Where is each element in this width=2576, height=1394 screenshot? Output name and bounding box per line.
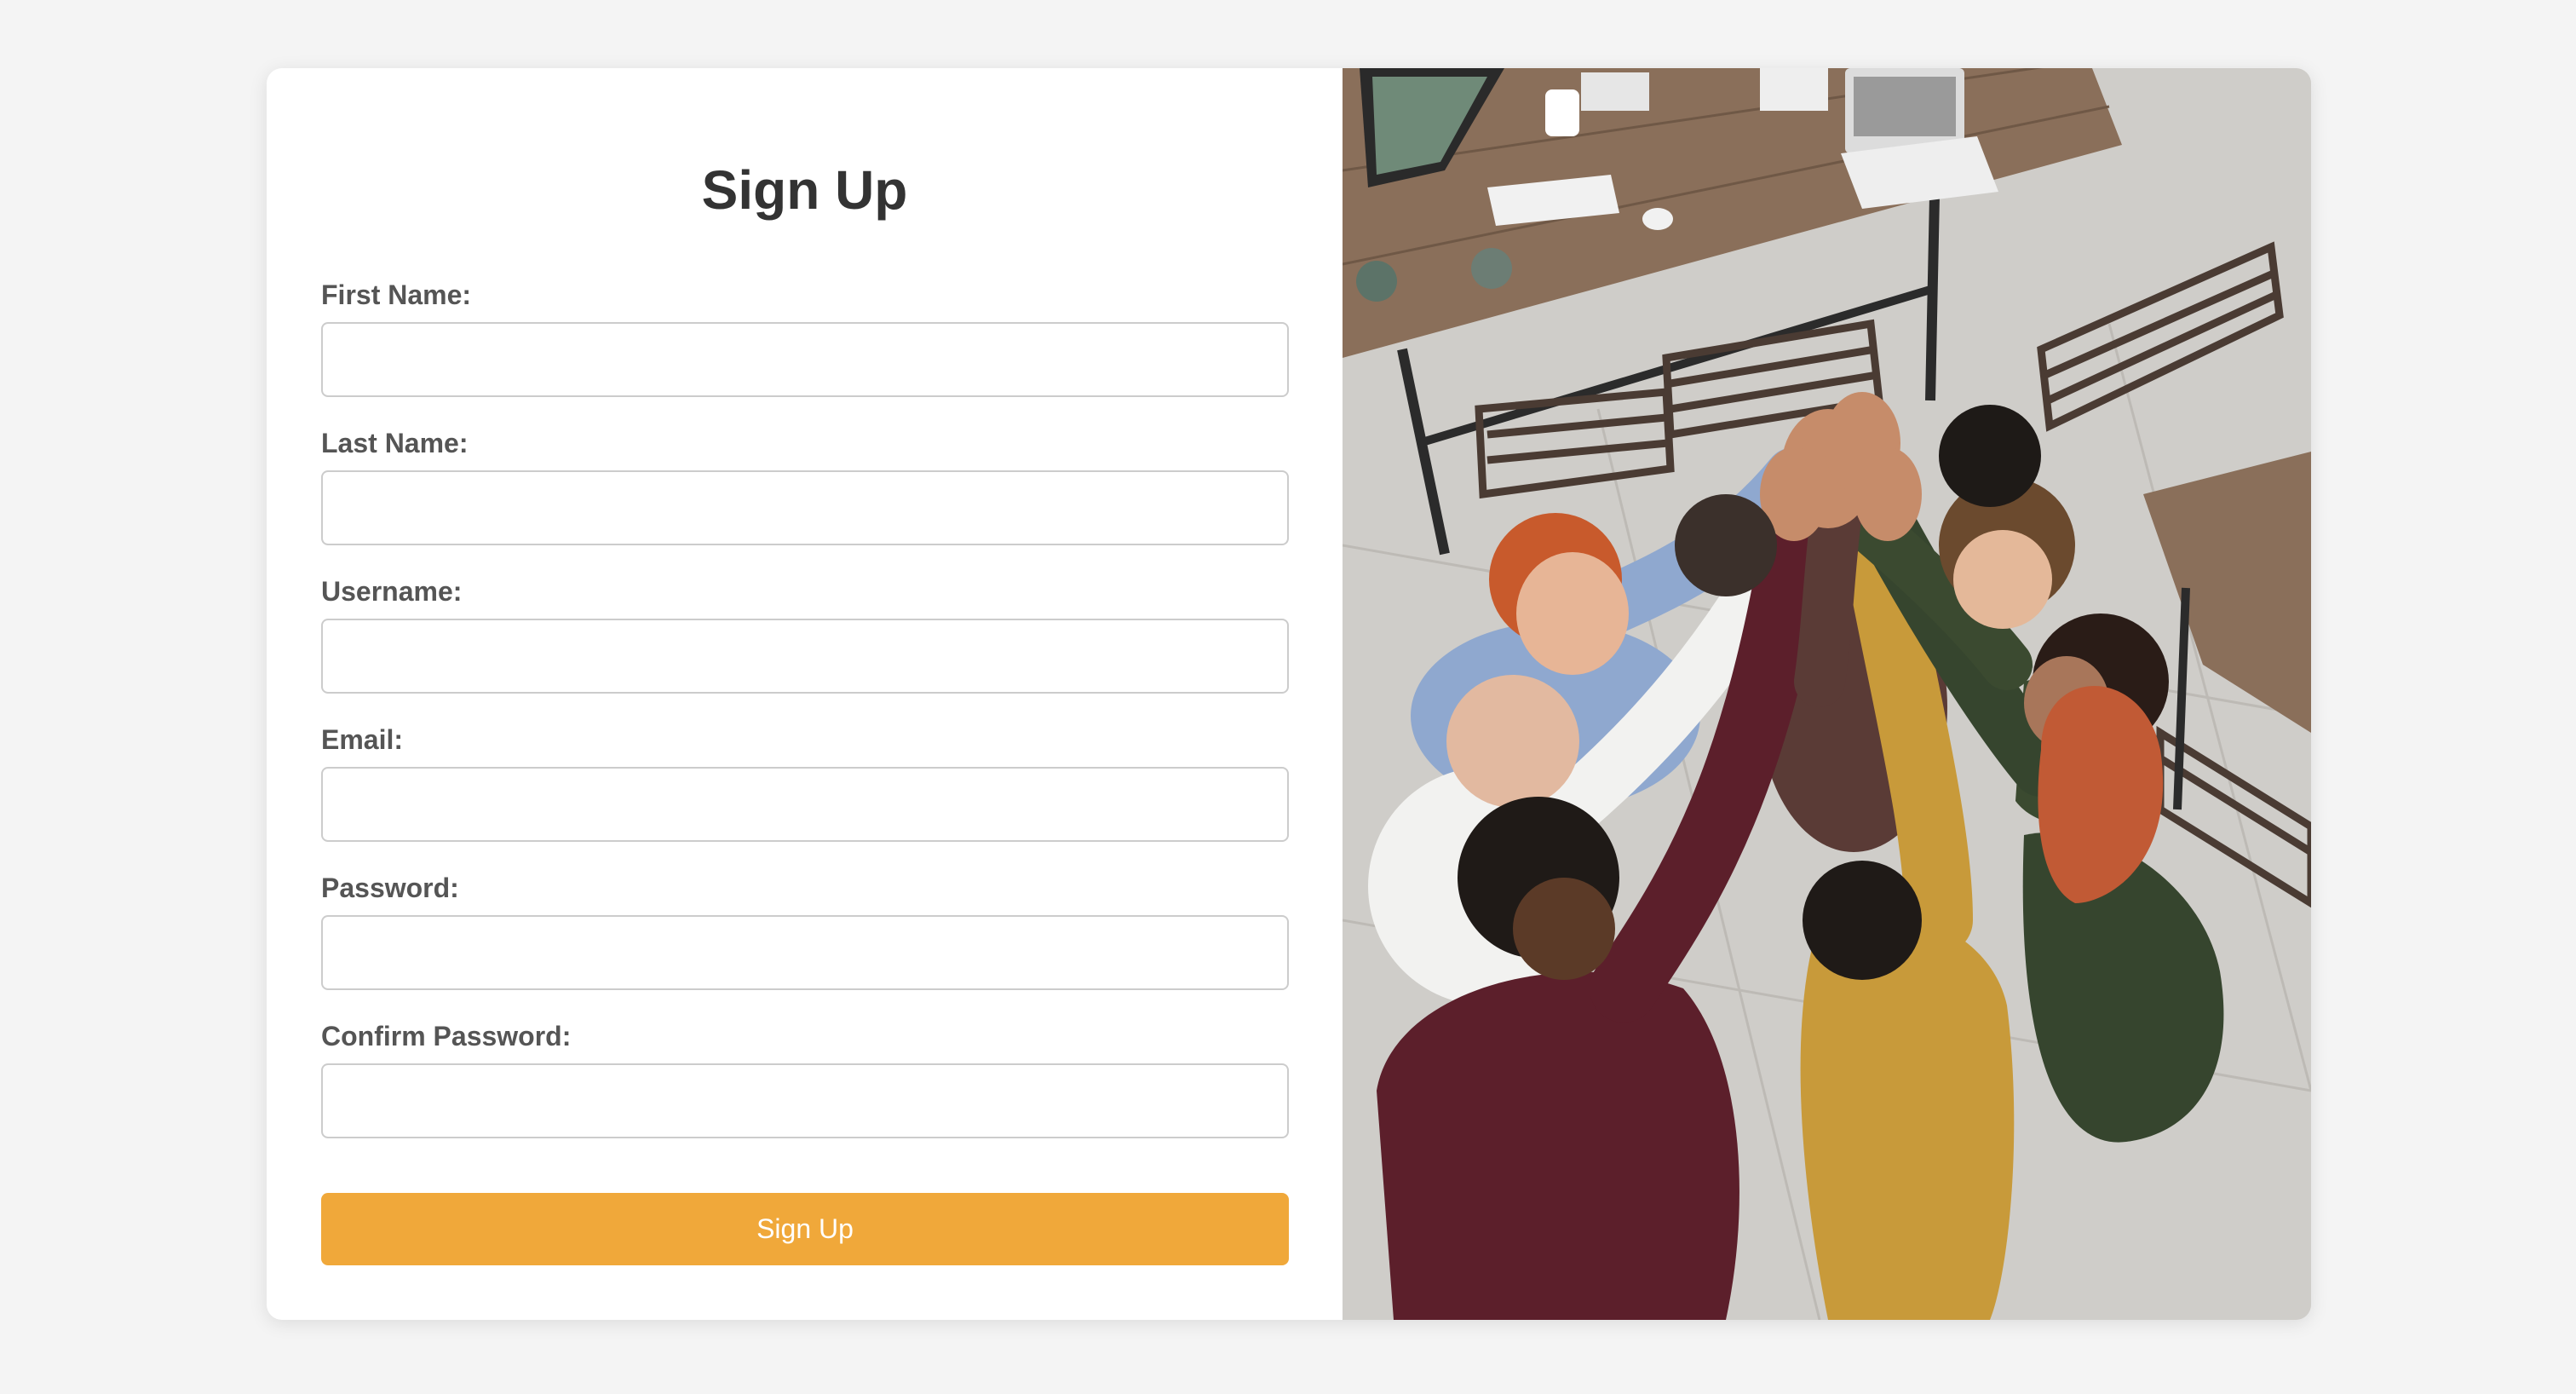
password-label: Password: [321, 873, 459, 903]
signup-button[interactable]: Sign Up [321, 1193, 1289, 1265]
signup-card: Sign Up First Name: Last Name: Username:… [267, 68, 2311, 1320]
email-group: Email: [321, 723, 1289, 871]
confirm-password-input[interactable] [321, 1063, 1289, 1138]
password-group: Password: [321, 871, 1289, 1019]
last-name-label: Last Name: [321, 428, 469, 458]
confirm-password-group: Confirm Password: [321, 1019, 1289, 1167]
username-group: Username: [321, 574, 1289, 723]
signup-form: Sign Up First Name: Last Name: Username:… [267, 68, 1343, 1320]
form-fields: First Name: Last Name: Username: Email: … [321, 278, 1289, 1167]
first-name-label: First Name: [321, 279, 472, 310]
email-input[interactable] [321, 767, 1289, 842]
page-title: Sign Up [701, 159, 908, 221]
first-name-input[interactable] [321, 322, 1289, 397]
last-name-group: Last Name: [321, 426, 1289, 574]
last-name-input[interactable] [321, 470, 1289, 545]
username-input[interactable] [321, 619, 1289, 694]
team-photo [1343, 68, 2311, 1320]
confirm-password-label: Confirm Password: [321, 1021, 572, 1051]
first-name-group: First Name: [321, 278, 1289, 426]
password-input[interactable] [321, 915, 1289, 990]
email-label: Email: [321, 724, 404, 755]
username-label: Username: [321, 576, 463, 607]
team-high-five-illustration [1343, 68, 2311, 1320]
